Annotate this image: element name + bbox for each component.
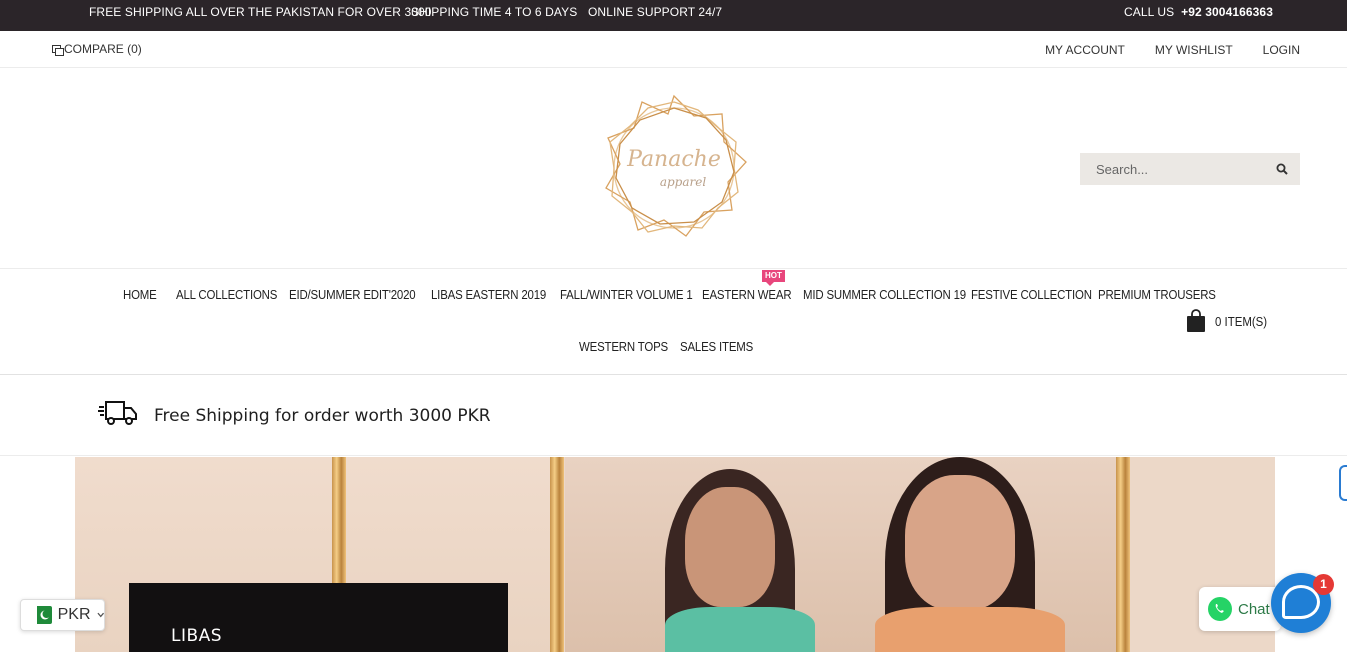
nav-eid-summer-edit[interactable]: EID/SUMMER EDIT'2020: [289, 287, 416, 302]
nav-fall-winter[interactable]: FALL/WINTER VOLUME 1: [560, 287, 693, 302]
gold-pillar: [1116, 457, 1130, 652]
main-navigation: HOME ALL COLLECTIONS EID/SUMMER EDIT'202…: [0, 270, 1347, 375]
nav-festive-collection[interactable]: FESTIVE COLLECTION: [971, 287, 1092, 302]
model-face-left: [685, 487, 775, 607]
chat-label: Chat: [1238, 600, 1270, 618]
cart-button[interactable]: 0 ITEM(S): [1186, 309, 1274, 333]
my-wishlist-link[interactable]: MY WISHLIST: [1155, 43, 1233, 57]
hero-caption-panel: LIBAS: [129, 583, 508, 652]
currency-code: PKR: [57, 606, 91, 623]
compare-icon: [52, 45, 64, 56]
call-us[interactable]: CALL US +92 3004166363: [1124, 0, 1273, 25]
online-support-message: ONLINE SUPPORT 24/7: [588, 5, 723, 19]
site-header: Panache apparel: [0, 68, 1347, 269]
whatsapp-icon: [1208, 597, 1232, 621]
announcement-bar: FREE SHIPPING ALL OVER THE PAKISTAN FOR …: [0, 0, 1347, 31]
hero-banner[interactable]: LIBAS: [75, 457, 1275, 652]
whatsapp-chat-button[interactable]: Chat: [1199, 587, 1281, 631]
search-icon[interactable]: [1276, 163, 1288, 175]
account-links: MY ACCOUNT MY WISHLIST LOGIN: [1045, 43, 1300, 57]
panache-logo[interactable]: Panache apparel: [598, 92, 750, 244]
hero-caption-title: LIBAS: [171, 626, 223, 646]
search-input[interactable]: [1096, 153, 1266, 185]
nav-sales-items[interactable]: SALES ITEMS: [680, 339, 753, 354]
my-account-link[interactable]: MY ACCOUNT: [1045, 43, 1125, 57]
delivery-truck-icon: [98, 401, 137, 425]
logo-subtitle: apparel: [659, 175, 707, 189]
nav-all-collections[interactable]: ALL COLLECTIONS: [176, 287, 277, 302]
nav-home[interactable]: HOME: [123, 287, 157, 302]
free-shipping-text: Free Shipping for order worth 3000 PKR: [154, 406, 491, 426]
model-outfit-left: [665, 607, 815, 652]
chevron-down-icon: [96, 612, 104, 618]
side-edge-tab[interactable]: [1339, 465, 1347, 501]
nav-western-tops[interactable]: WESTERN TOPS: [579, 339, 668, 354]
nav-eastern-wear[interactable]: EASTERN WEAR: [702, 287, 792, 302]
cart-count: 0 ITEM(S): [1215, 313, 1268, 329]
hot-badge: HOT: [762, 270, 785, 286]
logo-wordmark: Panache: [627, 147, 721, 172]
model-face-right: [905, 475, 1015, 610]
nav-mid-summer[interactable]: MID SUMMER COLLECTION 19: [803, 287, 966, 302]
compare-label: COMPARE (0): [64, 42, 142, 56]
shipping-time-message: SHIPPING TIME 4 TO 6 DAYS: [411, 5, 578, 19]
phone-number[interactable]: +92 3004166363: [1181, 5, 1273, 19]
pakistan-flag-icon: [32, 606, 52, 624]
call-us-label: CALL US: [1124, 5, 1175, 19]
shipping-banner: Free Shipping for order worth 3000 PKR: [0, 376, 1347, 456]
free-shipping-message: FREE SHIPPING ALL OVER THE PAKISTAN FOR …: [89, 5, 432, 19]
chat-notification-badge: 1: [1313, 574, 1334, 595]
currency-selector[interactable]: PKR: [20, 599, 105, 631]
search-box: [1080, 153, 1300, 185]
login-link[interactable]: LOGIN: [1263, 43, 1300, 57]
model-outfit-right: [875, 607, 1065, 652]
shopping-bag-icon: [1187, 309, 1205, 332]
nav-premium-trousers[interactable]: PREMIUM TROUSERS: [1098, 287, 1216, 302]
compare-link[interactable]: COMPARE (0): [52, 42, 142, 56]
nav-libas-eastern[interactable]: LIBAS EASTERN 2019: [431, 287, 546, 302]
gold-pillar: [550, 457, 564, 652]
utility-bar: COMPARE (0) MY ACCOUNT MY WISHLIST LOGIN: [0, 31, 1347, 68]
